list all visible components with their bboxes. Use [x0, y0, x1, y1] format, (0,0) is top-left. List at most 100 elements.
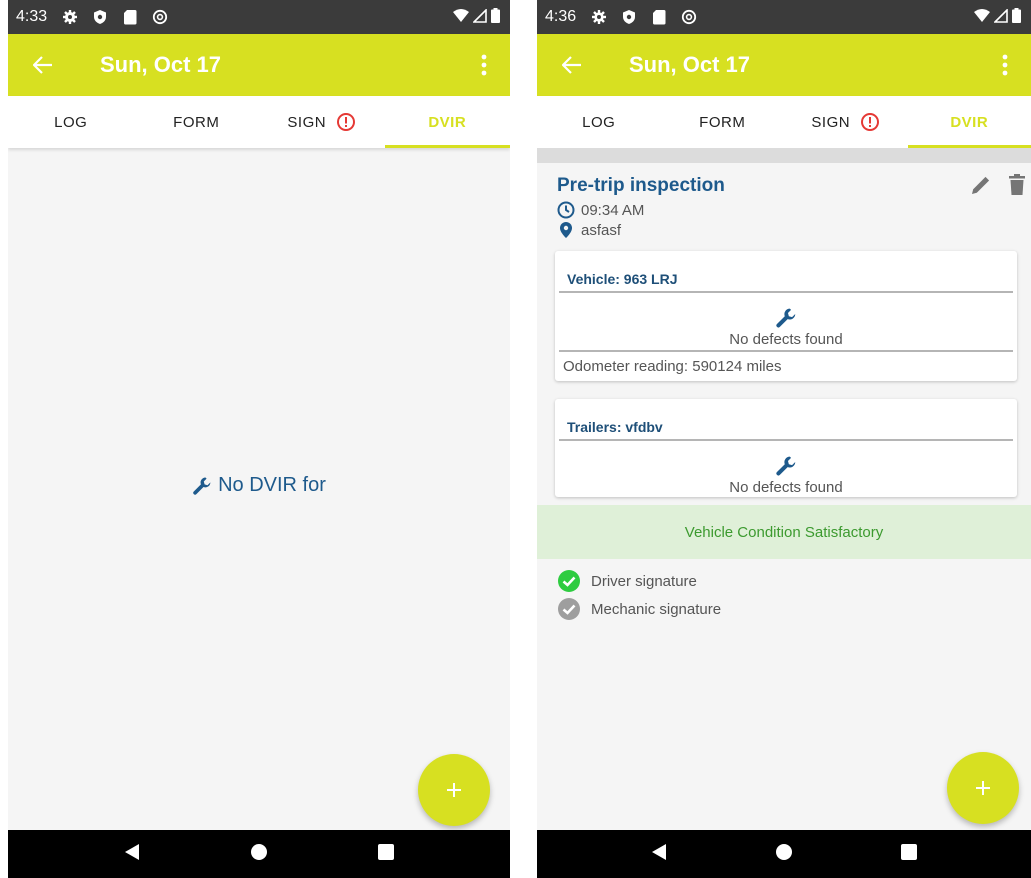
square-recents-icon — [900, 843, 917, 860]
wrench-icon — [555, 455, 1017, 477]
driver-signature-label: Driver signature — [591, 572, 697, 590]
tab-label: LOG — [54, 113, 88, 131]
tab-dvir[interactable]: DVIR — [907, 96, 1031, 148]
battery-icon — [1012, 8, 1021, 28]
tab-sign[interactable]: SIGN — [259, 96, 385, 148]
odometer-reading: Odometer reading: 590124 miles — [559, 350, 1013, 381]
list-top-divider — [537, 148, 1031, 163]
phone-screen-right: 4:36 Sun, Oct 17 LOG FORM SIGN DVIR Pre-… — [537, 0, 1031, 878]
sd-card-icon — [648, 8, 670, 26]
circle-home-icon — [775, 843, 792, 860]
shield-icon — [89, 8, 111, 26]
check-circle-icon — [558, 570, 580, 592]
inspection-actions — [969, 173, 1027, 202]
do-not-disturb-icon — [678, 8, 700, 26]
tab-label: FORM — [173, 113, 220, 131]
tab-label: DVIR — [428, 113, 467, 131]
wifi-icon — [974, 8, 990, 28]
clock-icon — [557, 201, 575, 219]
tab-form[interactable]: FORM — [134, 96, 260, 148]
trash-icon — [1009, 174, 1025, 195]
inspection-location-row: asfasf — [557, 221, 621, 239]
alert-circle-icon — [336, 112, 356, 132]
system-nav-bar — [537, 830, 1031, 878]
phone-screen-left: 4:33 Sun, Oct 17 LOG FORM SIGN DVIR No D… — [8, 0, 510, 878]
check-circle-icon — [558, 598, 580, 620]
trailer-defects-status: No defects found — [729, 479, 843, 496]
trailer-header: Trailers: vfdbv — [559, 399, 1013, 441]
tab-bar: LOG FORM SIGN DVIR — [8, 96, 510, 148]
tab-label: FORM — [699, 113, 746, 131]
pencil-icon — [972, 176, 990, 194]
tab-bar: LOG FORM SIGN DVIR — [537, 96, 1031, 148]
status-time: 4:33 — [16, 8, 48, 25]
condition-status-banner: Vehicle Condition Satisfactory — [537, 505, 1031, 559]
nav-recents-button[interactable] — [377, 843, 395, 866]
status-right-icons — [974, 7, 1021, 28]
status-time: 4:36 — [545, 8, 577, 25]
system-nav-bar — [8, 830, 510, 878]
tab-log[interactable]: LOG — [537, 96, 661, 148]
page-title: Sun, Oct 17 — [100, 52, 222, 77]
trailer-card: Trailers: vfdbv No defects found — [555, 399, 1017, 497]
battery-icon — [491, 8, 500, 28]
wifi-icon — [453, 8, 469, 28]
more-vert-icon — [1002, 54, 1008, 76]
vehicle-card: Vehicle: 963 LRJ No defects found Odomet… — [555, 251, 1017, 381]
back-button[interactable] — [8, 34, 78, 96]
tab-label: SIGN — [811, 113, 851, 131]
signal-icon — [993, 7, 1008, 28]
signal-icon — [472, 7, 487, 28]
tab-sign[interactable]: SIGN — [784, 96, 908, 148]
location-pin-icon — [560, 222, 572, 238]
settings-gear-icon — [588, 8, 610, 26]
alert-circle-icon — [860, 112, 880, 132]
more-vert-icon — [481, 54, 487, 76]
add-dvir-button[interactable] — [418, 754, 490, 826]
nav-back-button[interactable] — [650, 843, 668, 866]
add-dvir-button[interactable] — [947, 752, 1019, 824]
mechanic-signature-row[interactable]: Mechanic signature — [557, 597, 721, 621]
dvir-report: Pre-trip inspection 09:34 AM asfasf Vehi… — [537, 163, 1031, 830]
tab-form[interactable]: FORM — [661, 96, 785, 148]
arrow-left-icon — [562, 56, 581, 74]
app-bar: Sun, Oct 17 — [8, 34, 510, 96]
triangle-back-icon — [124, 843, 139, 860]
status-right-icons — [453, 7, 500, 28]
tab-label: DVIR — [950, 113, 989, 131]
empty-state: No DVIR for — [8, 474, 510, 497]
wrench-icon — [193, 477, 211, 495]
status-bar: 4:36 — [537, 0, 1031, 34]
mechanic-signature-label: Mechanic signature — [591, 600, 722, 618]
status-bar: 4:33 — [8, 0, 510, 34]
more-options-button[interactable] — [472, 50, 496, 80]
do-not-disturb-icon — [149, 8, 171, 26]
empty-state-text: No DVIR for — [218, 474, 326, 496]
nav-recents-button[interactable] — [900, 843, 918, 866]
nav-back-button[interactable] — [123, 843, 141, 866]
shield-icon — [618, 8, 640, 26]
sd-card-icon — [119, 8, 141, 26]
settings-gear-icon — [59, 8, 81, 26]
nav-home-button[interactable] — [250, 843, 268, 866]
tab-dvir[interactable]: DVIR — [384, 96, 511, 148]
square-recents-icon — [378, 843, 395, 860]
page-title: Sun, Oct 17 — [629, 52, 751, 77]
back-button[interactable] — [537, 34, 607, 96]
edit-button[interactable] — [969, 173, 993, 202]
plus-icon — [447, 783, 461, 797]
nav-home-button[interactable] — [775, 843, 793, 866]
tab-log[interactable]: LOG — [8, 96, 134, 148]
delete-button[interactable] — [1007, 173, 1027, 202]
inspection-title: Pre-trip inspection — [557, 175, 725, 196]
more-options-button[interactable] — [993, 50, 1017, 80]
inspection-location: asfasf — [581, 221, 622, 239]
arrow-left-icon — [33, 56, 52, 74]
tab-label: LOG — [582, 113, 616, 131]
triangle-back-icon — [652, 843, 667, 860]
wrench-icon — [555, 307, 1017, 329]
vehicle-defects-status: No defects found — [729, 331, 843, 348]
driver-signature-row[interactable]: Driver signature — [557, 569, 697, 593]
plus-icon — [976, 781, 990, 795]
circle-home-icon — [250, 843, 267, 860]
